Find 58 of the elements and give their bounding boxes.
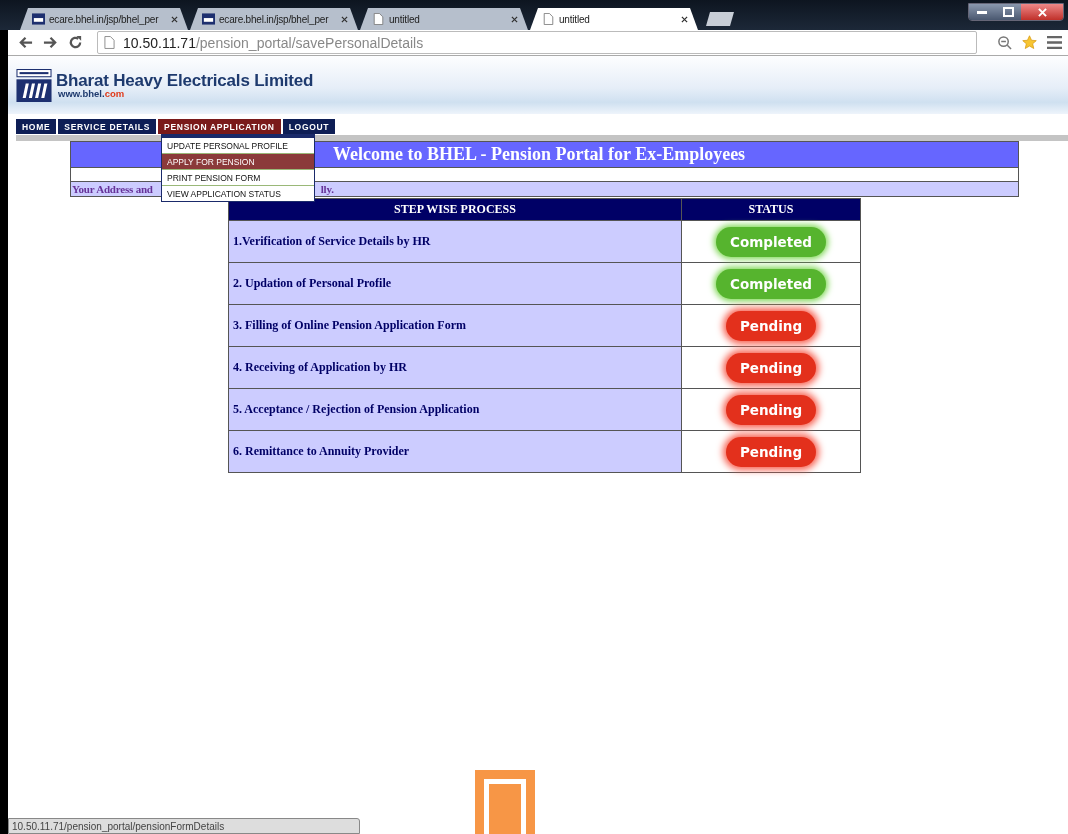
logo-icon	[16, 68, 52, 102]
reload-icon[interactable]	[68, 35, 83, 50]
status-badge: Completed	[716, 226, 826, 257]
close-icon[interactable]	[171, 15, 178, 23]
restore-icon	[1002, 7, 1014, 17]
status-badge: Completed	[716, 268, 826, 299]
nav-item[interactable]: LOGOUT	[282, 119, 336, 134]
status-badge: Pending	[725, 310, 817, 341]
browser-tab[interactable]: untitled	[360, 8, 528, 30]
tab-title: untitled	[389, 13, 421, 25]
restore-button[interactable]	[995, 4, 1021, 20]
address-bar[interactable]: 10.50.11.71/pension_portal/savePersonalDetails	[97, 31, 977, 54]
step-cell: 3. Filling of Online Pension Application Form	[228, 304, 682, 347]
menu-item[interactable]: PRINT PENSION FORM	[162, 170, 314, 186]
site-favicon-icon	[32, 13, 45, 25]
step-cell: 2. Updation of Personal Profile	[228, 262, 682, 305]
tab-title: ecare.bhel.in/jsp/bhel_per	[49, 13, 160, 25]
close-icon[interactable]	[341, 15, 348, 23]
column-header: STATUS	[681, 198, 861, 221]
close-icon[interactable]	[681, 15, 688, 23]
zoom-icon[interactable]	[997, 35, 1012, 50]
star-icon[interactable]	[1022, 35, 1037, 50]
forward-icon[interactable]	[43, 35, 58, 50]
browser-tab[interactable]: ecare.bhel.in/jsp/bhel_per	[190, 8, 358, 30]
notice-text: lly.	[320, 183, 334, 195]
tab-title: ecare.bhel.in/jsp/bhel_per	[219, 13, 330, 25]
site-favicon-icon	[202, 13, 215, 25]
page-icon	[104, 36, 115, 49]
close-icon[interactable]	[511, 15, 518, 23]
nav-item[interactable]: PENSION APPLICATION	[158, 119, 281, 134]
new-tab-button[interactable]	[706, 12, 734, 26]
browser-tab[interactable]: ecare.bhel.in/jsp/bhel_per	[20, 8, 188, 30]
nav-item[interactable]: HOME	[16, 119, 57, 134]
browser-tab[interactable]: untitled	[530, 8, 698, 30]
menu-item[interactable]: APPLY FOR PENSION	[162, 154, 314, 170]
status-badge: Pending	[725, 436, 817, 467]
step-cell: 5. Acceptance / Rejection of Pension Application	[228, 388, 682, 431]
status-url: 10.50.11.71/pension_portal/pensionFormDetails	[8, 818, 360, 834]
status-badge: Pending	[725, 352, 817, 383]
website-link[interactable]: www.bhel.com	[58, 88, 314, 99]
step-cell: 1.Verification of Service Details by HR	[228, 220, 682, 263]
back-icon[interactable]	[18, 35, 33, 50]
minimize-icon	[977, 10, 987, 14]
menu-item[interactable]: VIEW APPLICATION STATUS	[162, 186, 314, 201]
nav-item[interactable]: SERVICE DETAILS	[58, 119, 157, 134]
company-name: Bharat Heavy Electricals Limited	[56, 71, 314, 89]
minimize-button[interactable]	[969, 4, 995, 20]
page-icon	[542, 13, 555, 25]
notice-text: Your Address and	[72, 183, 153, 195]
close-icon	[1037, 7, 1047, 17]
step-cell: 4. Receiving of Application by HR	[228, 346, 682, 389]
menu-icon[interactable]	[1047, 35, 1062, 50]
status-badge: Pending	[725, 394, 817, 425]
column-header: STEP WISE PROCESS	[228, 198, 682, 221]
tab-title: untitled	[559, 13, 591, 25]
page-icon	[372, 13, 385, 25]
step-cell: 6. Remittance to Annuity Provider	[228, 430, 682, 473]
close-button[interactable]	[1021, 4, 1063, 20]
